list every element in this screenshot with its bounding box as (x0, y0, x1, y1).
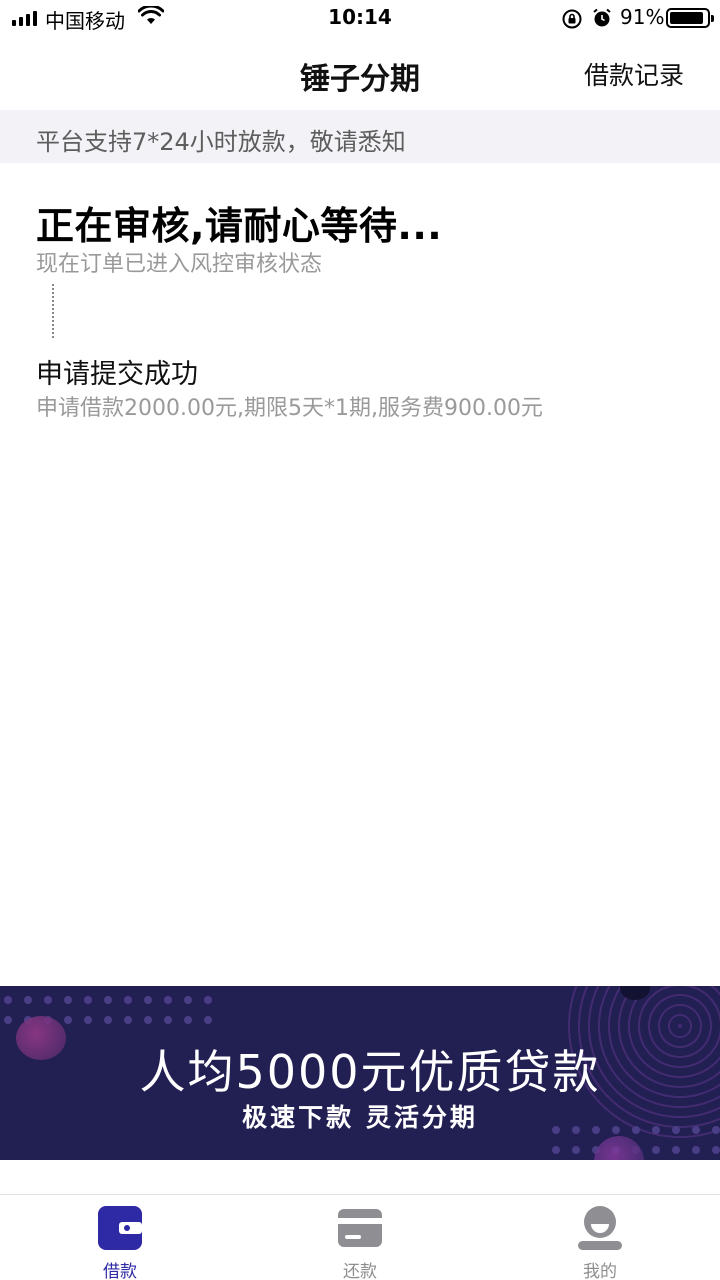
banner-subtitle: 极速下款 灵活分期 (242, 1103, 478, 1132)
loan-records-link[interactable]: 借款记录 (584, 56, 684, 92)
signal-icon (12, 11, 37, 26)
status-bar: 中国移动 10:14 91% (0, 0, 720, 36)
tab-label: 我的 (583, 1262, 617, 1280)
wallet-icon (97, 1205, 143, 1251)
timeline-connector (52, 284, 54, 338)
review-status-desc: 现在订单已进入风控审核状态 (36, 252, 323, 277)
tab-loan[interactable]: 借款 (0, 1195, 240, 1280)
card-icon (337, 1205, 383, 1251)
tab-label: 还款 (343, 1262, 377, 1280)
wifi-icon (137, 4, 165, 30)
banner-title: 人均5000元优质贷款 (139, 1045, 601, 1099)
banner-ball-decoration (594, 1136, 644, 1160)
review-status-title: 正在审核,请耐心等待... (36, 204, 443, 248)
battery-percent: 91% (620, 5, 665, 29)
tab-bar: 借款 还款 我的 (0, 1194, 720, 1280)
tab-label: 借款 (103, 1262, 137, 1280)
submitted-step-desc: 申请借款2000.00元,期限5天*1期,服务费900.00元 (36, 396, 543, 421)
tab-repay[interactable]: 还款 (240, 1195, 480, 1280)
tab-mine[interactable]: 我的 (480, 1195, 720, 1280)
promo-banner[interactable]: 人均5000元优质贷款 极速下款 灵活分期 (0, 986, 720, 1160)
notice-text: 平台支持7*24小时放款，敬请悉知 (36, 128, 406, 156)
submitted-step-title: 申请提交成功 (36, 359, 198, 390)
notice-banner: 平台支持7*24小时放款，敬请悉知 (0, 110, 720, 163)
alarm-icon (591, 7, 613, 33)
carrier-label: 中国移动 (45, 9, 125, 33)
rotation-lock-icon (561, 8, 583, 34)
battery-icon (666, 8, 714, 28)
navigation-bar: 锤子分期 借款记录 (0, 36, 720, 110)
profile-icon (577, 1205, 623, 1251)
